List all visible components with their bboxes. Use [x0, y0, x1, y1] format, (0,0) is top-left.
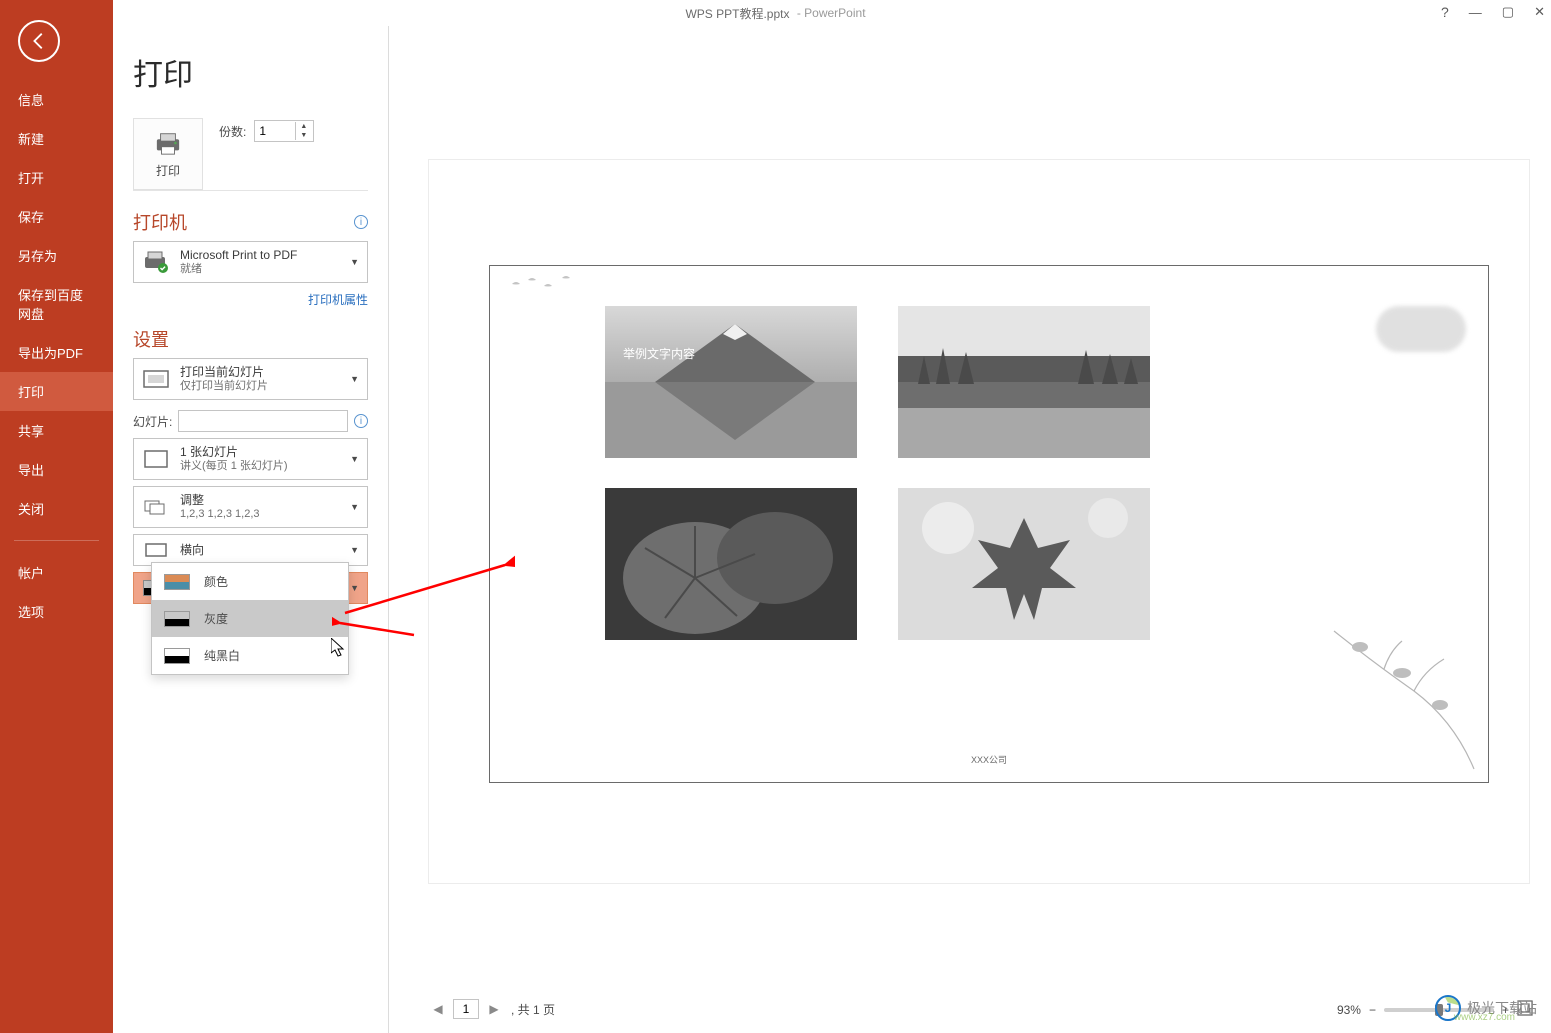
printer-dropdown[interactable]: Microsoft Print to PDF 就绪 ▼	[133, 241, 368, 283]
sidebar-item-export-pdf[interactable]: 导出为PDF	[0, 333, 113, 372]
sidebar-item-account[interactable]: 帐户	[0, 553, 113, 592]
copies-spinner[interactable]: ▲▼	[254, 120, 314, 142]
prev-page-button[interactable]: ◀	[429, 999, 447, 1019]
copies-row: 份数: ▲▼	[219, 118, 368, 144]
slides-range-row: 幻灯片: i	[133, 410, 368, 432]
orientation-icon	[142, 538, 170, 562]
decorative-birds	[508, 272, 588, 303]
sidebar-item-options[interactable]: 选项	[0, 592, 113, 631]
info-icon[interactable]: i	[354, 215, 368, 229]
sidebar-item-save[interactable]: 保存	[0, 197, 113, 236]
window-controls: ? — ▢ ✕	[1441, 4, 1545, 20]
chevron-down-icon: ▼	[350, 257, 359, 267]
printer-name: Microsoft Print to PDF	[180, 248, 350, 263]
help-icon[interactable]: ?	[1441, 4, 1449, 20]
settings-section-title: 设置	[133, 326, 169, 352]
color-mode-dropdown-list: 颜色 灰度 纯黑白	[151, 562, 349, 675]
photo-maple	[898, 488, 1150, 640]
copies-input[interactable]	[255, 121, 295, 141]
document-title: WPS PPT教程.pptx	[685, 5, 789, 22]
sidebar-item-export[interactable]: 导出	[0, 450, 113, 489]
slide-preview: 举例文字内容 XXX公司	[489, 265, 1489, 783]
layout-icon	[142, 447, 170, 471]
decorative-cloud	[1376, 306, 1466, 352]
chevron-down-icon: ▼	[350, 454, 359, 464]
grayscale-swatch-icon	[164, 611, 190, 627]
chevron-down-icon: ▼	[350, 545, 359, 555]
page-number-input[interactable]	[453, 999, 479, 1019]
spinner-up-icon[interactable]: ▲	[296, 122, 311, 131]
sidebar-item-info[interactable]: 信息	[0, 80, 113, 119]
zoom-out-button[interactable]: −	[1369, 1003, 1376, 1017]
print-preview-pane: 举例文字内容 XXX公司 ◀ ▶ , 共 1 页 93%	[389, 0, 1551, 1033]
color-option-grayscale[interactable]: 灰度	[152, 600, 348, 637]
photo-leaves	[605, 488, 857, 640]
photo-forest	[898, 306, 1150, 458]
printer-properties-link[interactable]: 打印机属性	[308, 293, 368, 307]
minimize-button[interactable]: —	[1469, 5, 1482, 20]
sidebar-item-save-baidu[interactable]: 保存到百度网盘	[0, 275, 113, 333]
slides-range-input[interactable]	[178, 410, 348, 432]
bw-swatch-icon	[164, 648, 190, 664]
page-title: 打印	[133, 50, 368, 94]
print-button-label: 打印	[156, 162, 180, 179]
collate-icon	[142, 495, 170, 519]
printer-icon	[153, 130, 183, 156]
watermark: J 极光下载站 www.xz7.com	[1435, 995, 1537, 1021]
backstage-sidebar: 信息 新建 打开 保存 另存为 保存到百度网盘 导出为PDF 打印 共享 导出 …	[0, 0, 113, 1033]
collate-dropdown[interactable]: 调整 1,2,3 1,2,3 1,2,3 ▼	[133, 486, 368, 528]
color-option-bw[interactable]: 纯黑白	[152, 637, 348, 674]
photo-mountain	[605, 306, 857, 458]
chevron-down-icon: ▼	[350, 502, 359, 512]
slides-label: 幻灯片:	[133, 413, 172, 430]
close-button[interactable]: ✕	[1534, 4, 1545, 20]
sidebar-item-share[interactable]: 共享	[0, 411, 113, 450]
title-bar: WPS PPT教程.pptx - PowerPoint ? — ▢ ✕	[0, 0, 1551, 26]
printer-section-title: 打印机	[133, 209, 187, 235]
chevron-down-icon: ▼	[350, 374, 359, 384]
watermark-url: www.xz7.com	[1454, 1012, 1515, 1023]
layout-dropdown[interactable]: 1 张幻灯片 讲义(每页 1 张幻灯片) ▼	[133, 438, 368, 480]
page-total: , 共 1 页	[511, 1001, 555, 1018]
copies-label: 份数:	[219, 123, 246, 140]
chevron-down-icon: ▼	[350, 583, 359, 593]
print-settings-pane: 打印 打印 份数: ▲▼ 打印机 i	[113, 0, 389, 1033]
sidebar-item-close[interactable]: 关闭	[0, 489, 113, 528]
color-option-color[interactable]: 颜色	[152, 563, 348, 600]
maximize-button[interactable]: ▢	[1502, 4, 1514, 20]
print-what-dropdown[interactable]: 打印当前幻灯片 仅打印当前幻灯片 ▼	[133, 358, 368, 400]
color-swatch-icon	[164, 574, 190, 590]
spinner-down-icon[interactable]: ▼	[296, 131, 311, 140]
info-icon[interactable]: i	[354, 414, 368, 428]
next-page-button[interactable]: ▶	[485, 999, 503, 1019]
printer-status: 就绪	[180, 263, 350, 277]
preview-canvas: 举例文字内容 XXX公司	[429, 160, 1529, 883]
sidebar-item-new[interactable]: 新建	[0, 119, 113, 158]
printer-status-icon	[142, 250, 170, 274]
slide-range-icon	[142, 367, 170, 391]
sidebar-item-saveas[interactable]: 另存为	[0, 236, 113, 275]
sidebar-item-open[interactable]: 打开	[0, 158, 113, 197]
zoom-percent: 93%	[1337, 1003, 1361, 1017]
app-name: - PowerPoint	[793, 6, 865, 20]
print-button[interactable]: 打印	[133, 118, 203, 190]
slide-caption: 举例文字内容	[623, 345, 695, 362]
decorative-branch-corner	[1304, 611, 1484, 776]
page-navigation: ◀ ▶ , 共 1 页	[429, 999, 555, 1019]
back-button[interactable]	[18, 20, 60, 62]
sidebar-item-print[interactable]: 打印	[0, 372, 113, 411]
